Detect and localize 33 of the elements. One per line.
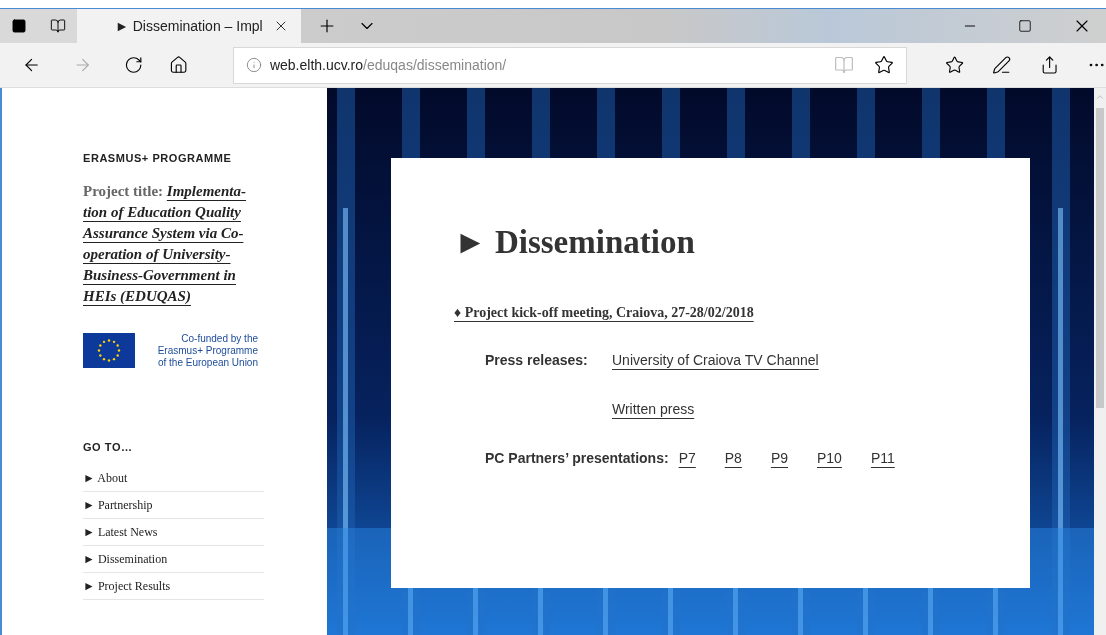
scrollbar[interactable] bbox=[1094, 88, 1106, 635]
partners-label: PC Partners’ presentations: bbox=[485, 449, 669, 468]
favorite-icon[interactable] bbox=[874, 55, 895, 75]
nav-link[interactable]: ► About bbox=[83, 469, 128, 487]
pen-icon[interactable] bbox=[992, 55, 1012, 75]
partner-link[interactable]: P10 bbox=[817, 448, 842, 469]
info-icon[interactable] bbox=[245, 57, 262, 73]
refresh-icon[interactable] bbox=[124, 55, 144, 75]
nav-link[interactable]: ► Latest News bbox=[83, 523, 158, 541]
url-text: web.elth.ucv.ro/eduqas/dissemination/ bbox=[269, 55, 507, 75]
favorites-list-icon[interactable] bbox=[945, 55, 965, 75]
sidebar-heading: ERASMUS+ PROGRAMME bbox=[83, 151, 233, 166]
eu-flag-icon bbox=[83, 333, 135, 368]
browser-tab[interactable]: ► Dissemination – Impl bbox=[77, 9, 301, 43]
press-label: Press releases: bbox=[485, 351, 589, 370]
address-bar[interactable]: web.elth.ucv.ro/eduqas/dissemination/ bbox=[232, 46, 908, 84]
maximize-icon[interactable] bbox=[1018, 19, 1032, 33]
eu-funding-note: Co-funded by the Erasmus+ Programme of the European Union bbox=[156, 332, 258, 369]
goto-heading: GO TO… bbox=[83, 439, 134, 455]
tab-title: ► Dissemination – Impl bbox=[115, 16, 263, 36]
nav-link[interactable]: ► Project Results bbox=[83, 577, 171, 595]
partner-link[interactable]: P7 bbox=[678, 448, 696, 469]
nav-link[interactable]: ► Dissemination bbox=[83, 550, 168, 568]
page-heading: ► Dissemination bbox=[454, 223, 696, 262]
partner-link[interactable]: P9 bbox=[770, 448, 788, 469]
project-title: Project title: Implementa- tion of Education Quality Assurance System via Co- operation of University- Business-Government in HEIs (EDUQAS) bbox=[83, 181, 247, 306]
partner-link[interactable]: P8 bbox=[724, 448, 742, 469]
partner-link[interactable]: P11 bbox=[870, 448, 895, 469]
home-icon[interactable] bbox=[168, 55, 188, 75]
press-link[interactable]: Written press bbox=[612, 399, 819, 420]
press-link[interactable]: University of Craiova TV Channel bbox=[612, 350, 819, 371]
nav-link[interactable]: ► Partnership bbox=[83, 496, 153, 514]
event-link[interactable]: ♦ Project kick-off meeting, Craiova, 27-28/02/2018 bbox=[454, 305, 754, 320]
